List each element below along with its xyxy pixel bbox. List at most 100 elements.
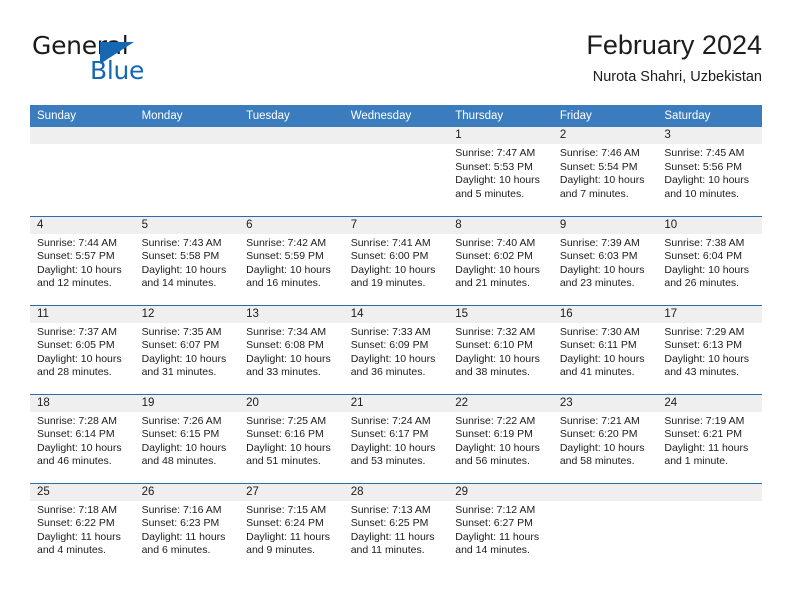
calendar-day-cell-empty (657, 482, 762, 572)
calendar-day-cell[interactable]: 10 Sunrise: 7:38 AM Sunset: 6:04 PM Dayligh… (657, 215, 762, 305)
calendar-day-cell[interactable]: 19 Sunrise: 7:26 AM Sunset: 6:15 PM Dayligh… (134, 393, 240, 483)
day-cell-details: Sunrise: 7:12 AM Sunset: 6:27 PM Daylight:… (448, 501, 553, 558)
sunrise-text: Sunrise: 7:44 AM (37, 236, 117, 249)
calendar-day-cell[interactable]: 4 Sunrise: 7:44 AM Sunset: 5:57 PM Daylight… (30, 215, 135, 305)
daylight-text: Daylight: 11 hours and 4 minutes. (37, 530, 121, 557)
day-number: 14 (343, 305, 449, 323)
sunset-text: Sunset: 5:56 PM (664, 160, 743, 173)
calendar-day-cell[interactable]: 6 Sunrise: 7:42 AM Sunset: 5:59 PM Daylight… (239, 215, 344, 305)
calendar-day-cell[interactable]: 23 Sunrise: 7:21 AM Sunset: 6:20 PM Dayligh… (552, 393, 658, 483)
daylight-text: Daylight: 10 hours and 56 minutes. (455, 441, 540, 468)
sunset-text: Sunset: 6:03 PM (559, 250, 638, 263)
daylight-text: Daylight: 10 hours and 26 minutes. (664, 263, 750, 290)
day-cell-details: Sunrise: 7:19 AM Sunset: 6:21 PM Daylight:… (657, 412, 762, 469)
calendar-day-cell-empty (552, 482, 658, 573)
daylight-text: Daylight: 11 hours and 9 minutes. (246, 530, 330, 557)
sunset-text: Sunset: 6:13 PM (664, 339, 743, 352)
calendar-day-cell[interactable]: 24 Sunrise: 7:19 AM Sunset: 6:21 PM Dayligh… (657, 393, 762, 483)
calendar-day-cell[interactable]: 20 Sunrise: 7:25 AM Sunset: 6:16 PM Dayligh… (239, 393, 344, 483)
day-number: 6 (239, 216, 344, 234)
calendar-day-cell[interactable]: 1 Sunrise: 7:47 AM Sunset: 5:53 PM Daylight… (448, 127, 553, 216)
day-cell-inner: 16 Sunrise: 7:30 AM Sunset: 6:11 PM Dayligh… (552, 305, 658, 394)
calendar-day-cell-empty (343, 127, 449, 216)
calendar-day-cell[interactable]: 16 Sunrise: 7:30 AM Sunset: 6:11 PM Dayligh… (552, 304, 658, 394)
calendar-day-cell[interactable]: 29 Sunrise: 7:12 AM Sunset: 6:27 PM Dayligh… (448, 482, 553, 573)
calendar-day-cell[interactable]: 18 Sunrise: 7:28 AM Sunset: 6:14 PM Dayligh… (30, 393, 135, 483)
sunrise-text: Sunrise: 7:39 AM (559, 236, 640, 249)
calendar-day-cell[interactable]: 9 Sunrise: 7:39 AM Sunset: 6:03 PM Daylight… (552, 215, 658, 305)
calendar-day-cell[interactable]: 28 Sunrise: 7:13 AM Sunset: 6:25 PM Dayligh… (343, 482, 449, 572)
daylight-text: Daylight: 10 hours and 58 minutes. (559, 441, 645, 468)
sunset-text: Sunset: 6:21 PM (664, 428, 743, 441)
calendar-day-cell[interactable]: 8 Sunrise: 7:40 AM Sunset: 6:02 PM Daylight… (448, 215, 553, 305)
sunset-text: Sunset: 6:08 PM (246, 339, 324, 352)
general-blue-logo[interactable]: General Blue (32, 32, 212, 88)
day-number: 5 (134, 216, 240, 234)
calendar-day-cell[interactable]: 2 Sunrise: 7:46 AM Sunset: 5:54 PM Daylight… (552, 127, 658, 216)
day-number: 24 (657, 394, 762, 412)
calendar-day-cell[interactable]: 21 Sunrise: 7:24 AM Sunset: 6:17 PM Dayligh… (343, 393, 449, 483)
day-cell-details: Sunrise: 7:43 AM Sunset: 5:58 PM Daylight:… (135, 234, 240, 291)
calendar-day-cell[interactable]: 27 Sunrise: 7:15 AM Sunset: 6:24 PM Dayligh… (239, 482, 344, 572)
day-cell-details: Sunrise: 7:38 AM Sunset: 6:04 PM Daylight:… (657, 234, 762, 291)
calendar-day-cell[interactable]: 11 Sunrise: 7:37 AM Sunset: 6:05 PM Dayligh… (30, 304, 135, 394)
day-number: 23 (552, 394, 658, 412)
calendar-table: Sunday Monday Tuesday Wednesday Thursday… (30, 105, 762, 572)
calendar-day-cell[interactable]: 22 Sunrise: 7:22 AM Sunset: 6:19 PM Dayligh… (448, 393, 553, 483)
day-cell-inner (552, 483, 658, 573)
calendar-day-cell[interactable]: 3 Sunrise: 7:45 AM Sunset: 5:56 PM Daylight… (657, 127, 762, 216)
day-cell-inner: 23 Sunrise: 7:21 AM Sunset: 6:20 PM Dayligh… (552, 394, 658, 483)
calendar-day-cell[interactable]: 15 Sunrise: 7:32 AM Sunset: 6:10 PM Dayligh… (448, 304, 553, 394)
page-title: February 2024 (586, 30, 762, 60)
sunrise-text: Sunrise: 7:45 AM (664, 147, 745, 159)
calendar-day-cell[interactable]: 5 Sunrise: 7:43 AM Sunset: 5:58 PM Daylight… (134, 215, 240, 305)
daylight-text: Daylight: 10 hours and 51 minutes. (246, 441, 331, 468)
daylight-text: Daylight: 10 hours and 53 minutes. (350, 441, 436, 468)
calendar-day-cell[interactable]: 13 Sunrise: 7:34 AM Sunset: 6:08 PM Dayligh… (239, 304, 344, 394)
day-number: 13 (239, 305, 344, 323)
daylight-text: Daylight: 10 hours and 14 minutes. (141, 263, 227, 290)
sunset-text: Sunset: 6:02 PM (455, 250, 533, 263)
sunset-text: Sunset: 6:24 PM (246, 517, 324, 530)
sunrise-text: Sunrise: 7:25 AM (246, 414, 327, 427)
sunset-text: Sunset: 6:14 PM (37, 428, 115, 441)
day-cell-details: Sunrise: 7:24 AM Sunset: 6:17 PM Daylight:… (344, 412, 449, 469)
day-number: 17 (657, 305, 762, 323)
sunset-text: Sunset: 6:07 PM (141, 339, 220, 352)
day-cell-inner (239, 127, 344, 216)
calendar-week-row: 25 Sunrise: 7:18 AM Sunset: 6:22 PM Dayligh… (30, 482, 762, 573)
sunrise-text: Sunrise: 7:30 AM (559, 325, 640, 338)
calendar-day-cell[interactable]: 26 Sunrise: 7:16 AM Sunset: 6:23 PM Dayligh… (134, 482, 240, 572)
calendar-day-cell[interactable]: 12 Sunrise: 7:35 AM Sunset: 6:07 PM Dayligh… (134, 304, 240, 394)
day-number: 18 (30, 394, 135, 412)
day-cell-details: Sunrise: 7:28 AM Sunset: 6:14 PM Daylight:… (30, 412, 135, 469)
sunset-text: Sunset: 6:17 PM (350, 428, 429, 441)
day-cell-inner: 20 Sunrise: 7:25 AM Sunset: 6:16 PM Dayligh… (239, 394, 344, 483)
sunrise-text: Sunrise: 7:41 AM (350, 236, 431, 249)
calendar-day-cell[interactable]: 7 Sunrise: 7:41 AM Sunset: 6:00 PM Daylight… (343, 215, 449, 305)
daylight-text: Daylight: 11 hours and 6 minutes. (141, 530, 226, 557)
calendar-day-cell[interactable]: 17 Sunrise: 7:29 AM Sunset: 6:13 PM Dayligh… (657, 304, 762, 394)
daylight-text: Daylight: 10 hours and 10 minutes. (664, 174, 750, 200)
calendar-day-cell[interactable]: 14 Sunrise: 7:33 AM Sunset: 6:09 PM Dayligh… (343, 304, 449, 394)
calendar-day-cell[interactable]: 25 Sunrise: 7:18 AM Sunset: 6:22 PM Dayligh… (30, 482, 135, 572)
day-cell-details: Sunrise: 7:18 AM Sunset: 6:22 PM Daylight:… (30, 501, 135, 558)
sunrise-text: Sunrise: 7:43 AM (141, 236, 222, 249)
day-number: 26 (134, 483, 240, 501)
day-cell-details: Sunrise: 7:33 AM Sunset: 6:09 PM Daylight:… (344, 323, 449, 380)
daylight-text: Daylight: 11 hours and 1 minute. (664, 441, 749, 468)
day-number (552, 483, 658, 501)
day-cell-details: Sunrise: 7:47 AM Sunset: 5:53 PM Daylight:… (448, 144, 553, 201)
day-cell-details: Sunrise: 7:22 AM Sunset: 6:19 PM Daylight:… (448, 412, 553, 469)
day-cell-inner: 12 Sunrise: 7:35 AM Sunset: 6:07 PM Dayligh… (134, 305, 240, 394)
calendar-week-row: 1 Sunrise: 7:47 AM Sunset: 5:53 PM Daylight… (30, 127, 762, 216)
weekday-header-monday: Monday (134, 105, 240, 127)
day-cell-inner: 29 Sunrise: 7:12 AM Sunset: 6:27 PM Dayligh… (448, 483, 553, 573)
sunset-text: Sunset: 5:57 PM (37, 250, 115, 263)
day-number: 22 (448, 394, 553, 412)
day-cell-inner: 3 Sunrise: 7:45 AM Sunset: 5:56 PM Daylight… (657, 127, 762, 216)
daylight-text: Daylight: 10 hours and 23 minutes. (559, 263, 645, 290)
day-cell-details: Sunrise: 7:45 AM Sunset: 5:56 PM Daylight:… (657, 144, 762, 201)
day-number: 15 (448, 305, 553, 323)
daylight-text: Daylight: 10 hours and 41 minutes. (559, 352, 645, 379)
